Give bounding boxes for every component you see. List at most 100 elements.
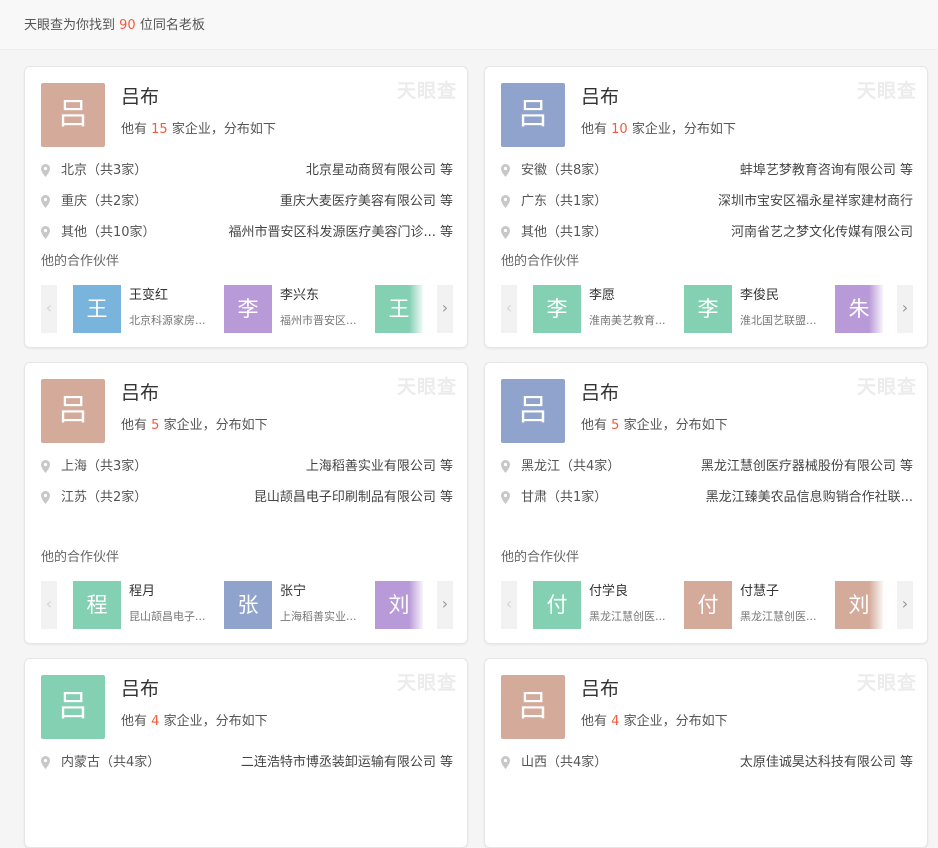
partner-item[interactable]: 付 付学良 黑龙江慧创医...	[533, 581, 673, 629]
partner-item[interactable]: 刘	[375, 581, 423, 629]
boss-avatar[interactable]: 吕	[41, 83, 105, 147]
partner-avatar[interactable]: 程	[73, 581, 121, 629]
boss-avatar[interactable]: 吕	[501, 83, 565, 147]
region-company-link[interactable]: 黑龙江慧创医疗器械股份有限公司 等	[701, 457, 913, 477]
boss-avatar[interactable]: 吕	[501, 379, 565, 443]
carousel-next-button[interactable]: ›	[437, 285, 453, 333]
region-label[interactable]: 北京（共3家）	[61, 161, 147, 181]
boss-avatar[interactable]: 吕	[41, 379, 105, 443]
region-company-link[interactable]: 昆山颉昌电子印刷制品有限公司 等	[254, 488, 453, 508]
partner-avatar[interactable]: 张	[224, 581, 272, 629]
region-label[interactable]: 重庆（共2家）	[61, 192, 147, 212]
partners-carousel: ‹ 付 付学良 黑龙江慧创医... 付 付慧子 黑龙江慧创医... 刘 ›	[501, 581, 913, 629]
partner-company: 黑龙江慧创医...	[589, 610, 666, 623]
region-label[interactable]: 上海（共3家）	[61, 457, 147, 477]
carousel-next-button[interactable]: ›	[897, 285, 913, 333]
carousel-fade	[409, 581, 423, 629]
partner-item[interactable]: 李 李愿 淮南美艺教育...	[533, 285, 673, 333]
region-company-link[interactable]: 二连浩特市博丞装卸运输有限公司 等	[241, 753, 453, 773]
region-company-link[interactable]: 重庆大麦医疗美容有限公司 等	[280, 192, 453, 212]
partner-name[interactable]: 李愿	[589, 287, 615, 305]
region-label[interactable]: 其他（共10家）	[61, 223, 156, 243]
region-row: 其他（共10家） 福州市晋安区科发源医疗美容门诊... 等	[41, 223, 453, 243]
partner-item[interactable]: 王 王变红 北京科源家房...	[73, 285, 213, 333]
partner-item[interactable]: 李 李兴东 福州市晋安区...	[224, 285, 364, 333]
partner-name[interactable]: 李俊民	[740, 287, 779, 305]
partner-item[interactable]: 李 李俊民 淮北国艺联盟...	[684, 285, 824, 333]
region-label[interactable]: 甘肃（共1家）	[521, 488, 607, 508]
carousel-next-button[interactable]: ›	[437, 581, 453, 629]
tianyancha-watermark: 天眼查	[856, 80, 917, 102]
partner-company: 淮北国艺联盟...	[740, 314, 817, 327]
region-company-link[interactable]: 河南省艺之梦文化传媒有限公司	[731, 223, 913, 243]
partner-item[interactable]: 张 张宁 上海稻善实业...	[224, 581, 364, 629]
partner-item[interactable]: 付 付慧子 黑龙江慧创医...	[684, 581, 824, 629]
region-company-link[interactable]: 上海稻善实业有限公司 等	[306, 457, 453, 477]
tianyancha-watermark: 天眼查	[396, 80, 457, 102]
partner-name[interactable]: 付学良	[589, 583, 628, 601]
location-pin-icon	[41, 226, 50, 239]
partner-name[interactable]: 付慧子	[740, 583, 779, 601]
boss-name[interactable]: 吕布	[581, 677, 619, 701]
carousel-prev-button[interactable]: ‹	[501, 285, 517, 333]
partner-company: 上海稻善实业...	[280, 610, 357, 623]
boss-name[interactable]: 吕布	[121, 85, 159, 109]
partner-avatar[interactable]: 李	[533, 285, 581, 333]
carousel-prev-button[interactable]: ‹	[501, 581, 517, 629]
region-row: 其他（共1家） 河南省艺之梦文化传媒有限公司	[501, 223, 913, 243]
boss-avatar[interactable]: 吕	[41, 675, 105, 739]
summary-suffix: 位同名老板	[139, 18, 205, 33]
partner-avatar[interactable]: 李	[684, 285, 732, 333]
region-label[interactable]: 其他（共1家）	[521, 223, 607, 243]
carousel-next-button[interactable]: ›	[897, 581, 913, 629]
region-company-link[interactable]: 深圳市宝安区福永星祥家建材商行	[718, 192, 913, 212]
region-company-link[interactable]: 太原佳诚昊达科技有限公司 等	[740, 753, 913, 773]
partner-avatar[interactable]: 付	[533, 581, 581, 629]
region-company-link[interactable]: 黑龙江臻美农品信息购销合作社联...	[706, 488, 913, 508]
region-company-link[interactable]: 福州市晋安区科发源医疗美容门诊... 等	[228, 223, 453, 243]
boss-name[interactable]: 吕布	[121, 381, 159, 405]
location-pin-icon	[41, 164, 50, 177]
location-pin-icon	[41, 460, 50, 473]
partners-carousel: ‹ 程 程月 昆山颉昌电子... 张 张宁 上海稻善实业... 刘 ›	[41, 581, 453, 629]
region-label[interactable]: 广东（共1家）	[521, 192, 607, 212]
partner-name[interactable]: 王变红	[129, 287, 168, 305]
boss-card[interactable]: 吕 吕布 他有 5 家企业，分布如下 天眼查 黑龙江（共4家） 黑龙江慧创医疗器…	[484, 362, 928, 644]
boss-card[interactable]: 吕 吕布 他有 5 家企业，分布如下 天眼查 上海（共3家） 上海稻善实业有限公…	[24, 362, 468, 644]
partner-name[interactable]: 张宁	[280, 583, 306, 601]
region-label[interactable]: 黑龙江（共4家）	[521, 457, 620, 477]
partner-company: 黑龙江慧创医...	[740, 610, 817, 623]
partners-label: 他的合作伙伴	[501, 550, 580, 565]
region-label[interactable]: 山西（共4家）	[521, 753, 607, 773]
boss-name[interactable]: 吕布	[581, 85, 619, 109]
partner-item[interactable]: 王	[375, 285, 423, 333]
boss-card[interactable]: 吕 吕布 他有 10 家企业，分布如下 天眼查 安徽（共8家） 蚌埠艺梦教育咨询…	[484, 66, 928, 348]
boss-avatar[interactable]: 吕	[501, 675, 565, 739]
region-company-link[interactable]: 蚌埠艺梦教育咨询有限公司 等	[740, 161, 913, 181]
boss-name[interactable]: 吕布	[121, 677, 159, 701]
region-label[interactable]: 内蒙古（共4家）	[61, 753, 160, 773]
carousel-prev-button[interactable]: ‹	[41, 285, 57, 333]
boss-card[interactable]: 吕 吕布 他有 15 家企业，分布如下 天眼查 北京（共3家） 北京星动商贸有限…	[24, 66, 468, 348]
region-row: 甘肃（共1家） 黑龙江臻美农品信息购销合作社联...	[501, 488, 913, 508]
region-label[interactable]: 江苏（共2家）	[61, 488, 147, 508]
partner-name[interactable]: 李兴东	[280, 287, 319, 305]
tianyancha-watermark: 天眼查	[856, 672, 917, 694]
boss-name[interactable]: 吕布	[581, 381, 619, 405]
partner-avatar[interactable]: 李	[224, 285, 272, 333]
region-company-link[interactable]: 北京星动商贸有限公司 等	[306, 161, 453, 181]
region-row: 山西（共4家） 太原佳诚昊达科技有限公司 等	[501, 753, 913, 773]
partner-avatar[interactable]: 王	[73, 285, 121, 333]
partner-item[interactable]: 程 程月 昆山颉昌电子...	[73, 581, 213, 629]
boss-card[interactable]: 吕 吕布 他有 4 家企业，分布如下 天眼查 山西（共4家） 太原佳诚昊达科技有…	[484, 658, 928, 848]
region-row: 北京（共3家） 北京星动商贸有限公司 等	[41, 161, 453, 181]
company-count-line: 他有 4 家企业，分布如下	[121, 714, 268, 729]
boss-card[interactable]: 吕 吕布 他有 4 家企业，分布如下 天眼查 内蒙古（共4家） 二连浩特市博丞装…	[24, 658, 468, 848]
partner-item[interactable]: 朱	[835, 285, 883, 333]
region-label[interactable]: 安徽（共8家）	[521, 161, 607, 181]
partner-avatar[interactable]: 付	[684, 581, 732, 629]
location-pin-icon	[501, 226, 510, 239]
partner-item[interactable]: 刘	[835, 581, 883, 629]
partner-name[interactable]: 程月	[129, 583, 155, 601]
carousel-prev-button[interactable]: ‹	[41, 581, 57, 629]
